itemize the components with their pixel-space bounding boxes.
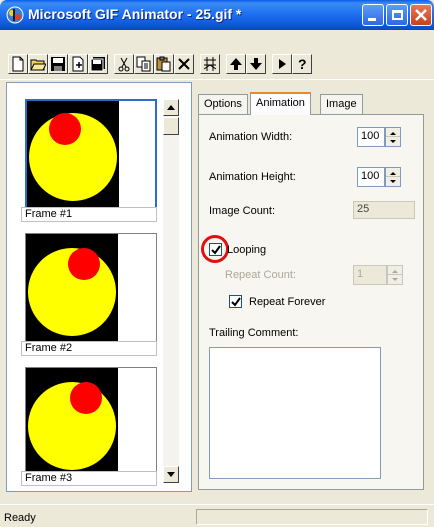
paste-icon: [156, 56, 171, 72]
select-all-button[interactable]: [200, 54, 220, 74]
tab-animation[interactable]: Animation: [250, 92, 311, 115]
spin-down-icon[interactable]: [386, 177, 400, 186]
arrow-up-icon: [230, 58, 242, 70]
copy-icon: [136, 56, 151, 72]
open-button[interactable]: [28, 54, 48, 74]
looping-label[interactable]: Looping: [227, 244, 266, 256]
maximize-icon: [392, 10, 403, 20]
delete-button[interactable]: [174, 54, 194, 74]
arrow-down-icon: [167, 472, 175, 477]
spin-up-icon[interactable]: [386, 128, 400, 137]
scissors-icon: [118, 57, 130, 72]
help-button[interactable]: ?: [292, 54, 312, 74]
tab-options[interactable]: Options: [198, 94, 248, 114]
animation-height-spinner[interactable]: [385, 167, 401, 187]
arrow-down-icon: [250, 58, 262, 70]
frame-thumbnail-1[interactable]: [25, 99, 157, 211]
insert-button[interactable]: [68, 54, 88, 74]
trailing-comment-label: Trailing Comment:: [209, 327, 299, 339]
animation-width-spinner[interactable]: [385, 127, 401, 147]
trailing-comment-textarea[interactable]: [209, 347, 381, 479]
minimize-icon: [368, 18, 376, 21]
frame-label: Frame #1: [21, 207, 157, 222]
play-icon: [279, 59, 286, 69]
select-all-icon: [203, 57, 217, 71]
frames-list[interactable]: Frame #1 Frame #2 Frame #3: [6, 82, 192, 492]
scroll-up-button[interactable]: [163, 99, 179, 116]
new-button[interactable]: [8, 54, 28, 74]
frame-image: [26, 234, 118, 344]
minimize-button[interactable]: [362, 4, 384, 26]
tab-image[interactable]: Image: [320, 94, 363, 114]
status-bar: Ready: [0, 504, 434, 527]
paste-button[interactable]: [154, 54, 174, 74]
animation-width-label: Animation Width:: [209, 131, 293, 143]
image-count-value: 25: [353, 201, 415, 219]
help-icon: ?: [298, 56, 307, 72]
title-bar[interactable]: Microsoft GIF Animator - 25.gif *: [0, 0, 434, 30]
scroll-thumb[interactable]: [163, 117, 179, 135]
frame-image: [27, 101, 119, 209]
status-panel: [196, 509, 428, 525]
animation-height-input[interactable]: 100: [357, 167, 385, 187]
preview-button[interactable]: [272, 54, 292, 74]
repeat-count-spinner: [387, 265, 403, 285]
animation-height-label: Animation Height:: [209, 171, 296, 183]
spin-up-icon: [388, 266, 402, 275]
frame-label: Frame #2: [21, 341, 157, 356]
highlight-circle: [201, 235, 229, 263]
frames-scrollbar[interactable]: [163, 99, 179, 483]
toolbar: ?: [0, 30, 434, 80]
status-text: Ready: [4, 512, 36, 524]
save-as-button[interactable]: [88, 54, 108, 74]
move-down-button[interactable]: [246, 54, 266, 74]
copy-button[interactable]: [134, 54, 154, 74]
checkmark-icon: [231, 297, 241, 307]
repeat-count-label: Repeat Count:: [225, 269, 296, 281]
image-count-label: Image Count:: [209, 205, 276, 217]
open-folder-icon: [30, 59, 46, 71]
save-as-icon: [90, 57, 105, 72]
close-icon: [411, 5, 431, 25]
repeat-forever-checkbox[interactable]: [229, 295, 242, 308]
animation-width-input[interactable]: 100: [357, 127, 385, 147]
spin-down-icon[interactable]: [386, 137, 400, 146]
new-file-icon: [12, 56, 24, 72]
close-button[interactable]: [410, 4, 432, 26]
arrow-up-icon: [167, 105, 175, 110]
repeat-count-input: 1: [353, 265, 387, 285]
gif-animator-app-icon[interactable]: [6, 6, 24, 24]
frame-label: Frame #3: [21, 471, 157, 486]
window-title: Microsoft GIF Animator - 25.gif *: [28, 6, 242, 22]
cut-button[interactable]: [114, 54, 134, 74]
scroll-down-button[interactable]: [163, 466, 179, 483]
frame-image: [26, 368, 118, 478]
frame-thumbnail-3[interactable]: [25, 367, 157, 479]
spin-up-icon[interactable]: [386, 168, 400, 177]
frame-thumbnail-2[interactable]: [25, 233, 157, 345]
move-up-button[interactable]: [226, 54, 246, 74]
animation-tab-panel: Animation Width: 100 Animation Height: 1…: [198, 114, 424, 490]
maximize-button[interactable]: [386, 4, 408, 26]
repeat-forever-label[interactable]: Repeat Forever: [249, 296, 325, 308]
spin-down-icon: [388, 275, 402, 284]
delete-x-icon: [178, 58, 190, 70]
save-button[interactable]: [48, 54, 68, 74]
save-disk-icon: [51, 57, 65, 71]
insert-icon: [72, 56, 84, 72]
